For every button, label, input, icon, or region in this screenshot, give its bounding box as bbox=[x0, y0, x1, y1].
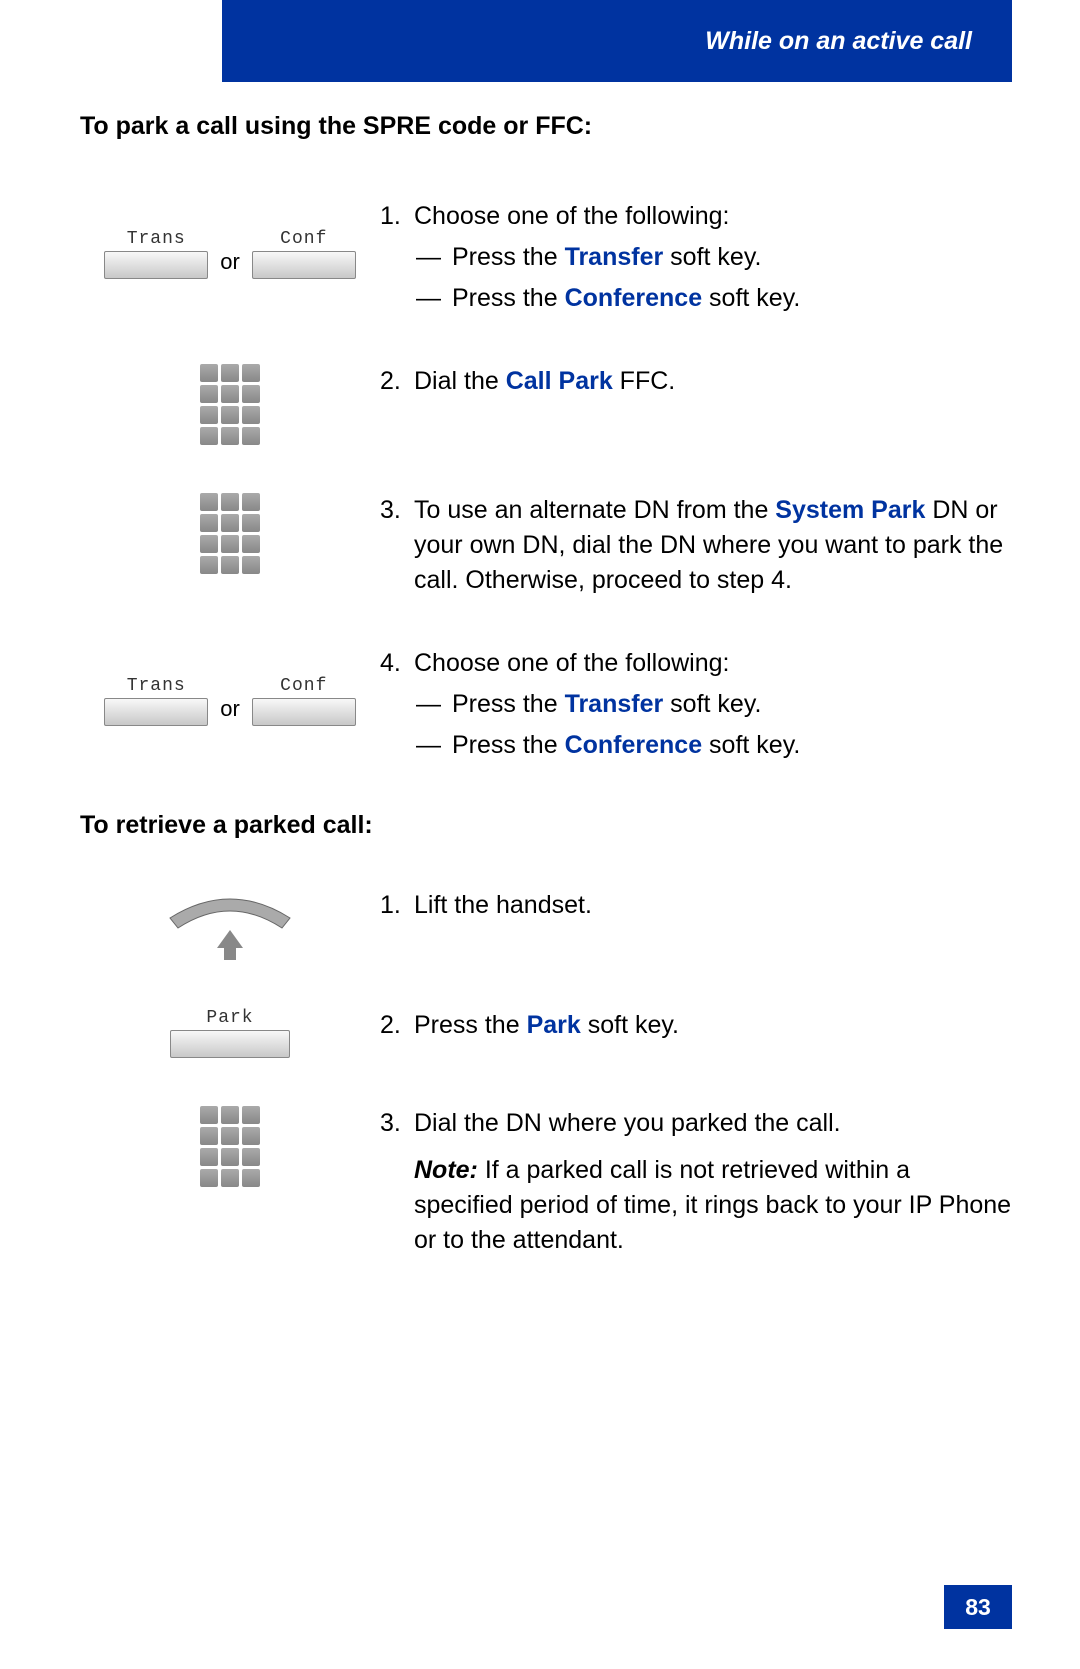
term-conference: Conference bbox=[565, 731, 703, 759]
softkey-label-conf: Conf bbox=[252, 229, 356, 249]
section-heading-park-call: To park a call using the SPRE code or FF… bbox=[80, 112, 1012, 141]
retrieve-step-3: 3. Dial the DN where you parked the call… bbox=[80, 1106, 1012, 1258]
softkey-park-graphic: Park bbox=[80, 1008, 380, 1058]
sub4b-pre: Press the bbox=[452, 731, 565, 759]
retrieve-step-1-text: 1. Lift the handset. bbox=[380, 888, 1012, 923]
softkey-button-park bbox=[170, 1030, 290, 1058]
step-number: 4. bbox=[380, 646, 414, 681]
retrieve-step-2-text: 2. Press the Park soft key. bbox=[380, 1008, 1012, 1043]
handset-lift-graphic bbox=[80, 888, 380, 960]
s2-post: FFC. bbox=[613, 367, 676, 395]
softkey-trans: Trans bbox=[104, 229, 208, 279]
softkey-park: Park bbox=[170, 1008, 290, 1058]
step-3-text: 3. To use an alternate DN from the Syste… bbox=[380, 493, 1012, 598]
r3-body: Dial the DN where you parked the call. bbox=[414, 1106, 1012, 1141]
retrieve-step-1: 1. Lift the handset. bbox=[80, 888, 1012, 960]
sub-a-post: soft key. bbox=[663, 243, 761, 271]
step-number: 1. bbox=[380, 199, 414, 234]
step-1-text: 1. Choose one of the following: — Press … bbox=[380, 199, 1012, 316]
step-number: 3. bbox=[380, 493, 414, 598]
dash: — bbox=[416, 728, 452, 763]
softkey-label-trans: Trans bbox=[104, 229, 208, 249]
step-lead: Choose one of the following: bbox=[414, 646, 1012, 681]
step-lead: Choose one of the following: bbox=[414, 199, 1012, 234]
term-conference: Conference bbox=[565, 284, 703, 312]
step-number: 2. bbox=[380, 1008, 414, 1043]
softkey-conf: Conf bbox=[252, 676, 356, 726]
sub-item-b: Press the Conference soft key. bbox=[452, 728, 800, 763]
header-title: While on an active call bbox=[705, 27, 972, 56]
softkey-label-park: Park bbox=[170, 1008, 290, 1028]
r1-body: Lift the handset. bbox=[414, 888, 1012, 923]
sub4a-post: soft key. bbox=[663, 690, 761, 718]
keypad-graphic bbox=[80, 364, 380, 445]
step-2: 2. Dial the Call Park FFC. bbox=[80, 364, 1012, 445]
section-heading-retrieve: To retrieve a parked call: bbox=[80, 811, 1012, 840]
header-bar: While on an active call bbox=[222, 0, 1012, 82]
sub-item-a: Press the Transfer soft key. bbox=[452, 687, 761, 722]
page-number: 83 bbox=[944, 1585, 1012, 1629]
or-text: or bbox=[216, 249, 244, 279]
note-label: Note: bbox=[414, 1156, 478, 1184]
term-system-park: System Park bbox=[775, 496, 925, 524]
keypad-graphic-3 bbox=[80, 1106, 380, 1187]
softkey-trans: Trans bbox=[104, 676, 208, 726]
dash: — bbox=[416, 240, 452, 275]
s2-pre: Dial the bbox=[414, 367, 506, 395]
softkey-trans-conf-graphic-2: Trans or Conf bbox=[80, 646, 380, 726]
softkey-label-trans: Trans bbox=[104, 676, 208, 696]
term-call-park: Call Park bbox=[506, 367, 613, 395]
note-text: If a parked call is not retrieved within… bbox=[414, 1156, 1011, 1254]
keypad-icon bbox=[200, 493, 260, 574]
softkey-button-trans bbox=[104, 251, 208, 279]
softkey-button-conf bbox=[252, 251, 356, 279]
retrieve-step-2: Park 2. Press the Park soft key. bbox=[80, 1008, 1012, 1058]
r2-body: Press the Park soft key. bbox=[414, 1008, 1012, 1043]
softkey-conf: Conf bbox=[252, 229, 356, 279]
term-park: Park bbox=[527, 1011, 581, 1039]
step-number: 3. bbox=[380, 1106, 414, 1141]
sub4a-pre: Press the bbox=[452, 690, 565, 718]
dash: — bbox=[416, 281, 452, 316]
step-3-body: To use an alternate DN from the System P… bbox=[414, 493, 1012, 598]
sub4b-post: soft key. bbox=[702, 731, 800, 759]
softkey-label-conf: Conf bbox=[252, 676, 356, 696]
or-text: or bbox=[216, 696, 244, 726]
r2-pre: Press the bbox=[414, 1011, 527, 1039]
dash: — bbox=[416, 687, 452, 722]
retrieve-step-3-text: 3. Dial the DN where you parked the call… bbox=[380, 1106, 1012, 1258]
step-2-body: Dial the Call Park FFC. bbox=[414, 364, 1012, 399]
sub-b-pre: Press the bbox=[452, 284, 565, 312]
s3-pre: To use an alternate DN from the bbox=[414, 496, 775, 524]
step-number: 1. bbox=[380, 888, 414, 923]
page-body: To park a call using the SPRE code or FF… bbox=[80, 112, 1012, 1306]
note-block: Note: If a parked call is not retrieved … bbox=[380, 1153, 1012, 1258]
step-4: Trans or Conf 4. Choose one of the follo… bbox=[80, 646, 1012, 763]
step-number: 2. bbox=[380, 364, 414, 399]
step-2-text: 2. Dial the Call Park FFC. bbox=[380, 364, 1012, 399]
keypad-icon bbox=[200, 1106, 260, 1187]
step-3: 3. To use an alternate DN from the Syste… bbox=[80, 493, 1012, 598]
keypad-graphic-2 bbox=[80, 493, 380, 574]
step-4-text: 4. Choose one of the following: — Press … bbox=[380, 646, 1012, 763]
r2-post: soft key. bbox=[581, 1011, 679, 1039]
sub-b-post: soft key. bbox=[702, 284, 800, 312]
step-1: Trans or Conf 1. Choose one of the follo… bbox=[80, 199, 1012, 316]
keypad-icon bbox=[200, 364, 260, 445]
sub-item-b: Press the Conference soft key. bbox=[452, 281, 800, 316]
softkey-trans-conf-graphic: Trans or Conf bbox=[80, 199, 380, 279]
sub-item-a: Press the Transfer soft key. bbox=[452, 240, 761, 275]
softkey-button-trans bbox=[104, 698, 208, 726]
term-transfer: Transfer bbox=[565, 690, 664, 718]
term-transfer: Transfer bbox=[565, 243, 664, 271]
softkey-button-conf bbox=[252, 698, 356, 726]
sub-a-pre: Press the bbox=[452, 243, 565, 271]
handset-lift-icon bbox=[160, 888, 300, 960]
